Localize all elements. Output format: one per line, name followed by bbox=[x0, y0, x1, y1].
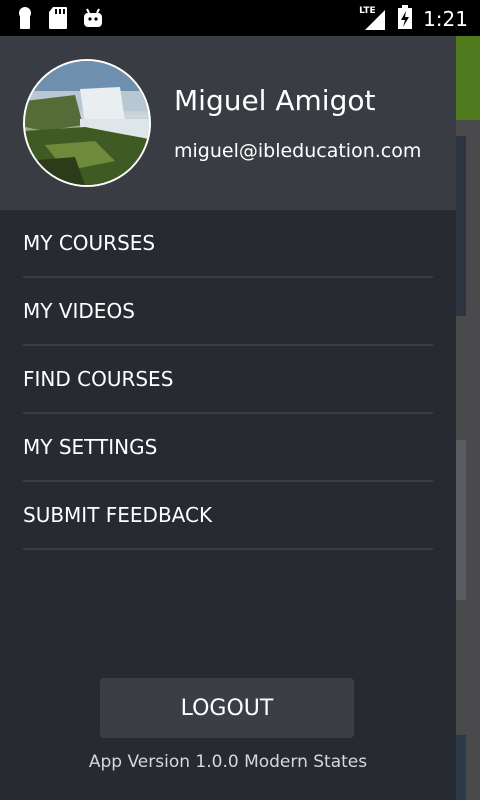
app-version: App Version 1.0.0 Modern States bbox=[88, 752, 368, 772]
drawer-header: Miguel Amigot miguel@ibleducation.com bbox=[0, 36, 456, 210]
user-email: miguel@ibleducation.com bbox=[174, 140, 422, 162]
menu-item-label: MY COURSES bbox=[23, 231, 156, 255]
status-bar: LTE 1:21 bbox=[0, 0, 480, 36]
menu-item-label: FIND COURSES bbox=[23, 367, 174, 391]
background-card bbox=[456, 440, 466, 600]
menu-item-label: MY SETTINGS bbox=[23, 435, 158, 459]
menu-item-my-videos[interactable]: MY VIDEOS bbox=[23, 278, 433, 346]
background-card bbox=[456, 735, 466, 800]
avatar[interactable] bbox=[23, 59, 151, 187]
navigation-drawer: Miguel Amigot miguel@ibleducation.com MY… bbox=[0, 36, 456, 800]
menu-item-my-settings[interactable]: MY SETTINGS bbox=[23, 414, 433, 482]
background-toolbar bbox=[456, 36, 480, 120]
logout-button[interactable]: LOGOUT bbox=[100, 678, 354, 738]
sd-card-icon bbox=[48, 6, 68, 34]
battery-icon bbox=[397, 4, 413, 34]
android-icon bbox=[82, 7, 104, 33]
background-card bbox=[456, 136, 466, 316]
menu-item-label: MY VIDEOS bbox=[23, 299, 135, 323]
menu-item-find-courses[interactable]: FIND COURSES bbox=[23, 346, 433, 414]
user-name: Miguel Amigot bbox=[174, 84, 376, 117]
signal-icon: LTE bbox=[359, 6, 387, 32]
clock: 1:21 bbox=[423, 7, 468, 31]
menu-item-label: SUBMIT FEEDBACK bbox=[23, 503, 213, 527]
menu-item-my-courses[interactable]: MY COURSES bbox=[23, 210, 433, 278]
drawer-menu: MY COURSES MY VIDEOS FIND COURSES MY SET… bbox=[0, 210, 456, 550]
keyhole-icon bbox=[16, 6, 34, 34]
menu-item-submit-feedback[interactable]: SUBMIT FEEDBACK bbox=[23, 482, 433, 550]
